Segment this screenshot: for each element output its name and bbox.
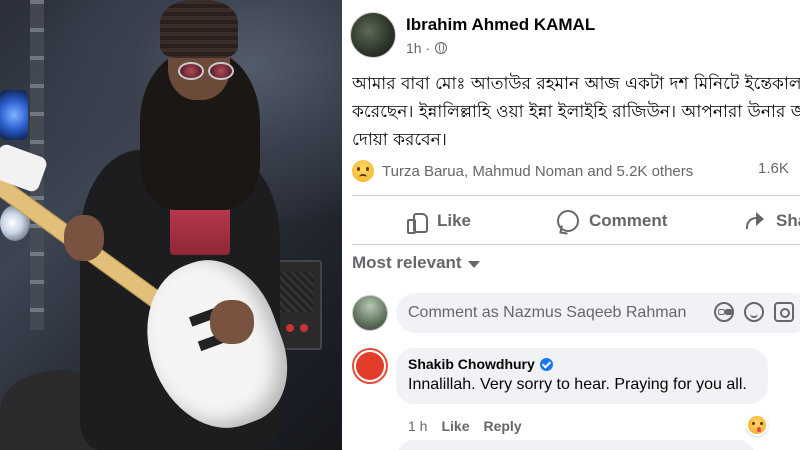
reactions-summary[interactable]: Turza Barua, Mahmud Noman and 5.2K other… <box>382 163 693 180</box>
divider <box>352 195 800 196</box>
divider <box>352 244 800 245</box>
composer-tools <box>714 292 794 332</box>
emoji-icon[interactable] <box>744 302 764 322</box>
comment-sort-dropdown[interactable]: Most relevant <box>352 253 480 273</box>
sort-label: Most relevant <box>352 253 462 272</box>
globe-icon <box>435 41 448 54</box>
caret-down-icon <box>467 260 480 268</box>
care-reaction-icon[interactable] <box>746 414 768 436</box>
fretting-hand <box>64 215 104 261</box>
current-user-avatar <box>352 295 388 331</box>
comment-label: Comment <box>589 211 668 230</box>
like-button[interactable]: Like <box>407 202 471 240</box>
comment-composer: Comment as Nazmus Saqeeb Rahman <box>352 292 800 334</box>
commenter-avatar[interactable] <box>352 348 388 384</box>
commenter-name-row: Shakib Chowdhury <box>408 356 756 372</box>
post-text-line: আমার বাবা মোঃ আতাউর রহমান আজ একটা দশ মিন… <box>352 74 800 94</box>
author-avatar[interactable] <box>350 12 396 58</box>
stage-light <box>0 90 28 140</box>
knit-hat <box>160 0 238 58</box>
post-meta: 1h · <box>406 40 595 56</box>
comment-reply-button[interactable]: Reply <box>483 418 521 434</box>
author-name[interactable]: Ibrahim Ahmed KAMAL <box>406 15 595 35</box>
share-arrow-icon <box>744 211 766 231</box>
commenter-logo <box>356 352 384 380</box>
comment-time[interactable]: 1 h <box>408 418 427 434</box>
share-button[interactable]: Sha <box>744 202 800 240</box>
next-comment-bubble <box>396 440 756 450</box>
comment-bubble: Shakib Chowdhury Innalillah. Very sorry … <box>396 348 768 404</box>
comment-count[interactable]: 1.6K <box>758 160 789 177</box>
thumbs-up-icon <box>407 211 428 234</box>
post-time[interactable]: 1h · <box>406 40 430 56</box>
post-text-line: দোয়া করবেন। <box>352 130 447 150</box>
verified-badge-icon <box>539 357 553 371</box>
facebook-post-screenshot: Ibrahim Ahmed KAMAL 1h · আমার বাবা মোঃ আ… <box>342 0 800 450</box>
share-label: Sha <box>776 211 800 230</box>
sunglasses <box>178 62 238 82</box>
comment-actions: 1 h Like Reply <box>408 418 522 434</box>
post-text-line: করেছেন। ইন্নালিল্লাহি ওয়া ইন্না ইলাইহি … <box>352 102 800 122</box>
comment-bubble-icon <box>557 210 579 232</box>
avatar-sticker-icon[interactable] <box>714 302 734 322</box>
comment-button[interactable]: Comment <box>557 202 667 240</box>
camera-icon[interactable] <box>774 302 794 322</box>
amp-knob <box>300 324 308 332</box>
amp-knob <box>286 324 294 332</box>
commenter-name[interactable]: Shakib Chowdhury <box>408 356 535 372</box>
picking-hand <box>210 300 254 344</box>
comment-text: Innalillah. Very sorry to hear. Praying … <box>408 376 747 393</box>
post-actions: Like Comment Sha <box>352 202 800 240</box>
reactions-row: Turza Barua, Mahmud Noman and 5.2K other… <box>352 160 800 182</box>
comment-like-button[interactable]: Like <box>441 418 469 434</box>
author-block: Ibrahim Ahmed KAMAL 1h · <box>406 15 595 56</box>
like-label: Like <box>437 211 472 230</box>
post-header: Ibrahim Ahmed KAMAL 1h · <box>350 12 595 58</box>
post-text: আমার বাবা মোঃ আতাউর রহমান আজ একটা দশ মিন… <box>352 70 800 154</box>
news-photo-guitarist <box>0 0 342 450</box>
sad-reaction-icon[interactable] <box>352 160 374 182</box>
